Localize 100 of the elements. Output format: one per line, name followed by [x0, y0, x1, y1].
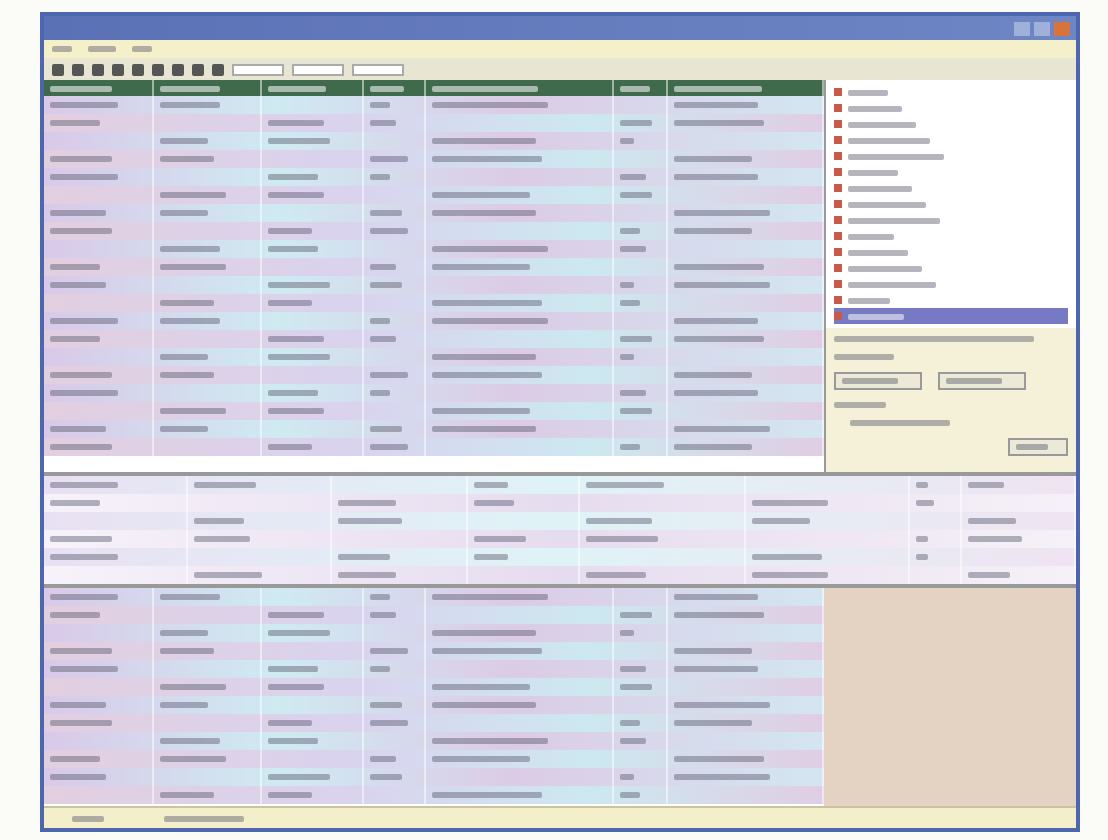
table-row[interactable]	[44, 606, 824, 624]
table-row[interactable]	[44, 476, 1076, 494]
illegible-text	[369, 264, 397, 270]
input-field[interactable]	[352, 63, 404, 75]
table-row[interactable]	[44, 312, 824, 330]
table-row[interactable]	[44, 494, 1076, 512]
ok-button[interactable]	[1008, 438, 1068, 456]
table-row[interactable]	[44, 384, 824, 402]
table-row[interactable]	[44, 420, 824, 438]
table-row[interactable]	[44, 768, 824, 786]
illegible-text	[159, 756, 227, 762]
table-row[interactable]	[44, 132, 824, 150]
illegible-text	[369, 336, 397, 342]
illegible-text	[673, 426, 770, 432]
table-row[interactable]	[44, 714, 824, 732]
illegible-text	[369, 318, 391, 324]
close-button[interactable]	[1054, 21, 1070, 35]
illegible-text	[338, 500, 396, 506]
illegible-text	[164, 815, 244, 821]
illegible-text	[848, 185, 912, 191]
table-row[interactable]	[44, 548, 1076, 566]
illegible-text	[673, 372, 752, 378]
illegible-text	[159, 684, 227, 690]
illegible-text	[850, 420, 950, 426]
illegible-text	[369, 85, 405, 91]
illegible-text	[369, 756, 397, 762]
illegible-text	[673, 720, 752, 726]
illegible-text	[72, 815, 104, 821]
table-row[interactable]	[44, 96, 824, 114]
option-button[interactable]	[834, 372, 922, 390]
illegible-text	[369, 228, 409, 234]
illegible-text	[673, 85, 762, 91]
illegible-text	[619, 666, 647, 672]
illegible-text	[159, 426, 209, 432]
table-row[interactable]	[44, 114, 824, 132]
illegible-text	[673, 210, 770, 216]
illegible-text	[834, 354, 894, 360]
illegible-text	[50, 482, 118, 488]
illegible-text	[194, 536, 250, 542]
table-row[interactable]	[44, 786, 824, 804]
illegible-text	[369, 282, 403, 288]
illegible-text	[159, 318, 221, 324]
illegible-text	[432, 372, 542, 378]
illegible-text	[848, 105, 902, 111]
table-row[interactable]	[44, 150, 824, 168]
illegible-text	[159, 192, 227, 198]
table-row[interactable]	[44, 294, 824, 312]
table-row[interactable]	[44, 330, 824, 348]
table-row[interactable]	[44, 642, 824, 660]
table-row[interactable]	[44, 678, 824, 696]
illegible-text	[268, 228, 313, 234]
input-field[interactable]	[232, 63, 284, 75]
maximize-button[interactable]	[1034, 21, 1050, 35]
illegible-text	[432, 684, 530, 690]
table-row[interactable]	[44, 624, 824, 642]
table-row[interactable]	[44, 186, 824, 204]
illegible-text	[848, 201, 926, 207]
table-row[interactable]	[44, 732, 824, 750]
table-row[interactable]	[44, 696, 824, 714]
illegible-text	[432, 426, 536, 432]
table-row[interactable]	[44, 258, 824, 276]
illegible-text	[159, 702, 209, 708]
illegible-text	[268, 684, 325, 690]
illegible-text	[473, 554, 508, 560]
illegible-text	[159, 300, 215, 306]
table-row[interactable]	[44, 588, 824, 606]
table-row[interactable]	[44, 240, 824, 258]
table-row[interactable]	[44, 660, 824, 678]
table-row[interactable]	[44, 750, 824, 768]
table-row[interactable]	[44, 366, 824, 384]
illegible-text	[848, 169, 898, 175]
illegible-text	[268, 774, 331, 780]
illegible-text	[159, 264, 227, 270]
option-button[interactable]	[938, 372, 1026, 390]
illegible-text	[619, 612, 653, 618]
illegible-text	[369, 648, 409, 654]
table-row[interactable]	[44, 204, 824, 222]
illegible-text	[432, 792, 542, 798]
illegible-text	[586, 572, 646, 578]
illegible-text	[369, 156, 409, 162]
illegible-text	[50, 156, 112, 162]
table-row[interactable]	[44, 530, 1076, 548]
minimize-button[interactable]	[1014, 21, 1030, 35]
table-row[interactable]	[44, 168, 824, 186]
illegible-text	[619, 738, 647, 744]
table-row[interactable]	[44, 222, 824, 240]
illegible-text	[432, 648, 542, 654]
table-row[interactable]	[44, 566, 1076, 584]
table-row[interactable]	[44, 402, 824, 420]
table-row[interactable]	[44, 276, 824, 294]
illegible-text	[369, 612, 397, 618]
table-row[interactable]	[44, 348, 824, 366]
table-row[interactable]	[44, 438, 824, 456]
list-item[interactable]	[834, 308, 1068, 324]
input-field[interactable]	[292, 63, 344, 75]
illegible-text	[268, 282, 331, 288]
illegible-text	[619, 246, 647, 252]
illegible-text	[194, 518, 244, 524]
table-row[interactable]	[44, 512, 1076, 530]
illegible-text	[619, 390, 647, 396]
